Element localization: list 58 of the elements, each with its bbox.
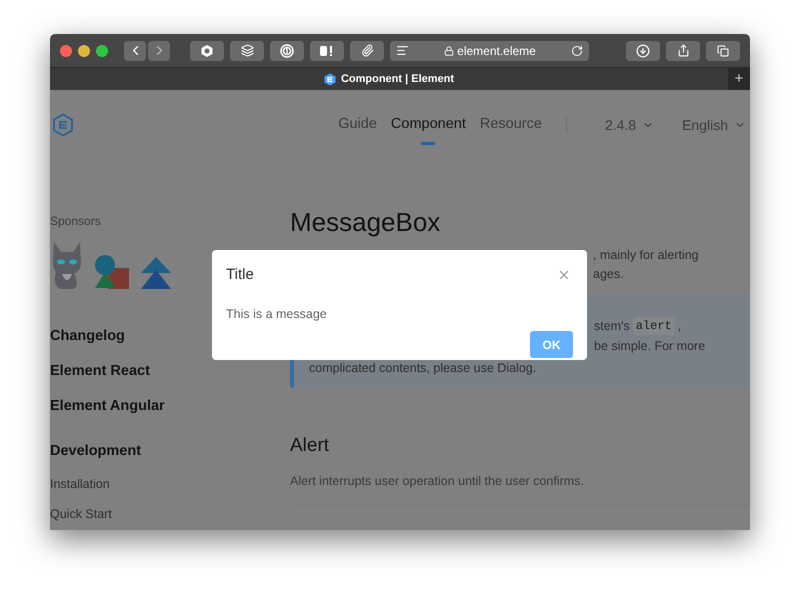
sidebar-link[interactable]: Element React	[50, 361, 290, 396]
intro-text: , mainly for alerting	[593, 247, 699, 264]
sponsors-label: Sponsors	[50, 213, 102, 230]
section-text: Alert interrupts user operation until the user confirms.	[290, 473, 585, 490]
triangles-drawing	[140, 256, 172, 290]
extension-button[interactable]	[270, 40, 304, 60]
shapes-drawing	[94, 254, 130, 290]
section-title: Alert	[290, 434, 330, 458]
extension-button[interactable]	[230, 40, 264, 60]
sidebar-item[interactable]: Installation	[50, 475, 290, 505]
logo-icon	[324, 72, 336, 86]
active-indicator	[421, 142, 436, 145]
inline-code: alert	[632, 317, 675, 335]
sidebar-link[interactable]: Element Angular	[50, 396, 290, 431]
dialog-message: This is a message	[226, 306, 328, 323]
nav-link[interactable]: Component	[390, 114, 466, 136]
circle-icon	[280, 44, 294, 58]
share-icon	[676, 44, 690, 57]
layers-icon	[240, 44, 254, 57]
forward-button[interactable]	[148, 40, 170, 60]
version-dropdown[interactable]: 2.4.8	[604, 114, 654, 136]
cat-drawing	[50, 240, 84, 290]
nav-link[interactable]: Guide	[338, 114, 377, 136]
tab-title: Component | Element	[340, 72, 454, 87]
sidebar-section-title: Development	[50, 442, 142, 461]
info-text: stem's	[594, 318, 630, 335]
nav-link[interactable]: Resource	[480, 114, 542, 136]
close-icon[interactable]	[60, 44, 72, 56]
reload-icon	[571, 44, 583, 56]
info-text: be simple. For more	[594, 338, 706, 355]
language-dropdown[interactable]: English	[682, 114, 746, 136]
back-button[interactable]	[124, 40, 146, 60]
paperclip-icon	[360, 44, 374, 57]
new-tab-button[interactable]: +	[728, 68, 750, 90]
bookmark-b-icon	[319, 44, 335, 56]
dialog-title: Title	[226, 265, 254, 285]
maximize-icon[interactable]	[96, 44, 108, 56]
share-button[interactable]	[666, 40, 700, 60]
download-icon	[636, 44, 650, 58]
minimize-icon[interactable]	[78, 44, 90, 56]
downloads-button[interactable]	[626, 40, 660, 60]
extension-button[interactable]	[350, 40, 384, 60]
hexagon-icon	[200, 44, 214, 58]
extension-button[interactable]	[190, 40, 224, 60]
extension-button[interactable]	[310, 40, 344, 60]
reader-icon	[396, 44, 409, 57]
browser-tab[interactable]: Component | Element	[50, 68, 728, 90]
tabs-icon	[717, 44, 729, 56]
page-title: MessageBox	[290, 206, 442, 238]
address-text: element.eleme	[457, 42, 536, 60]
info-text: ,	[678, 318, 682, 335]
lock-icon	[444, 46, 454, 56]
address-bar[interactable]: element.eleme	[390, 40, 589, 60]
logo-icon	[52, 113, 74, 137]
sidebar-item[interactable]: Quick Start	[50, 505, 290, 530]
info-text: complicated contents, please use Dialog.	[309, 360, 536, 377]
intro-text: ages.	[593, 266, 624, 283]
tabs-button[interactable]	[706, 40, 740, 60]
